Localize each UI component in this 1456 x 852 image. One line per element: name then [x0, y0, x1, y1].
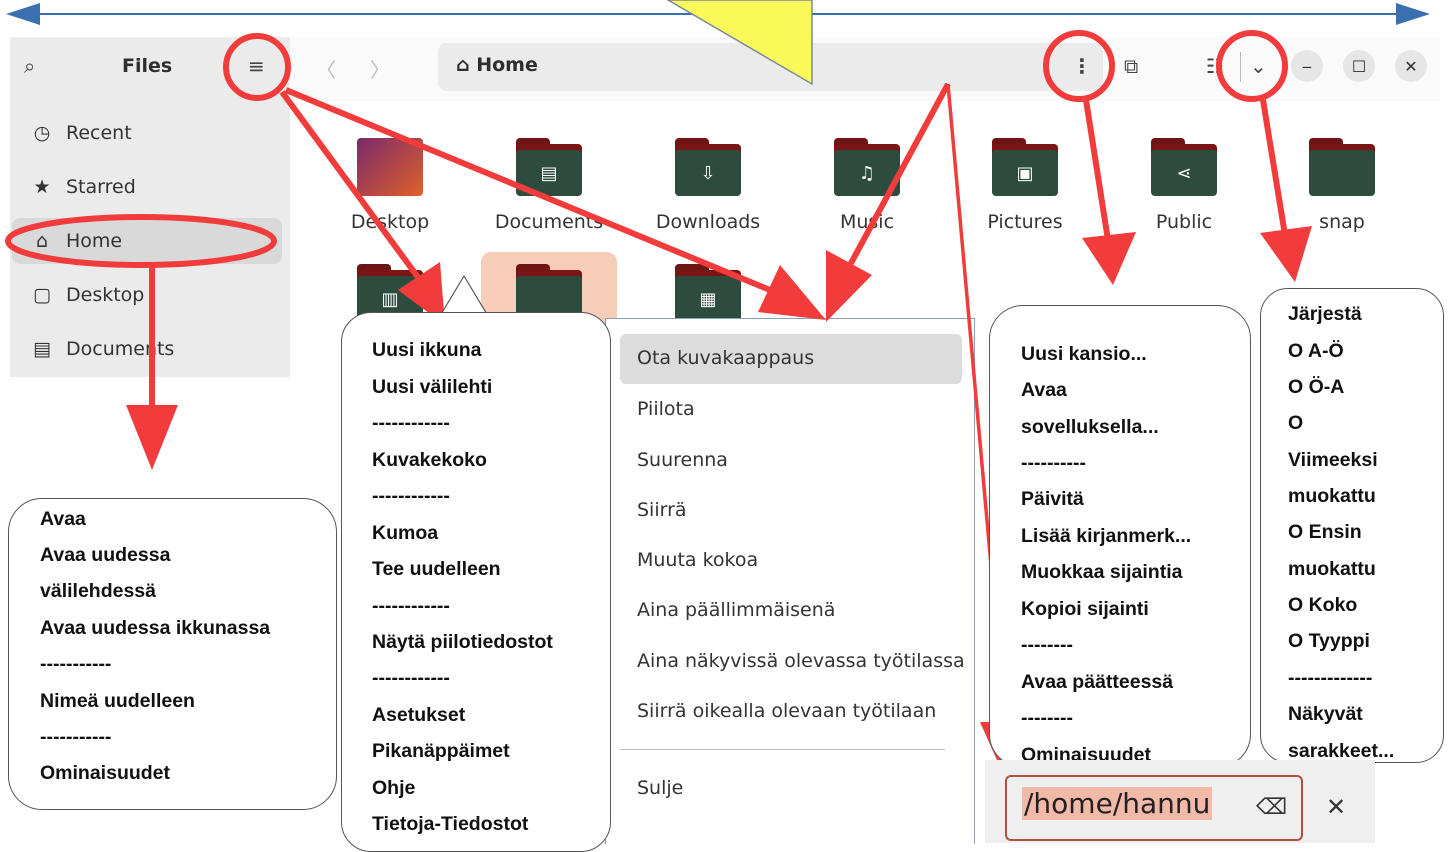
- menu-line[interactable]: Uusi ikkuna: [372, 339, 481, 362]
- menu-line[interactable]: O Ö-A: [1288, 376, 1344, 399]
- menu-line[interactable]: Avaa uudessa ikkunassa: [40, 617, 270, 640]
- menu-line[interactable]: Kopioi sijainti: [1021, 598, 1149, 621]
- menu-line[interactable]: välilehdessä: [40, 580, 156, 603]
- arrow-hamburger-context: [284, 87, 772, 293]
- arrow-chevron-menu: [1260, 99, 1288, 236]
- menu-separator-text: -------------: [1288, 667, 1373, 689]
- highlight-circle-more: [1043, 30, 1115, 102]
- menu-separator-text: ------------: [372, 485, 450, 507]
- arrow-more-menu: [1083, 99, 1111, 241]
- menu-line[interactable]: sovelluksella...: [1021, 416, 1159, 439]
- menu-line: Järjestä: [1288, 303, 1362, 325]
- menu-line[interactable]: Avaa päätteessä: [1021, 671, 1173, 694]
- menu-pointer: [438, 274, 490, 317]
- menu-separator-text: --------: [1021, 634, 1073, 656]
- menu-line[interactable]: Avaa: [40, 508, 86, 531]
- menu-line[interactable]: Uusi välilehti: [372, 376, 492, 399]
- arrow-hamburger-menu: [279, 90, 423, 282]
- highlight-circle-hamburger: [223, 33, 291, 101]
- menu-line[interactable]: Muokkaa sijaintia: [1021, 561, 1182, 584]
- menu-line[interactable]: Uusi kansio...: [1021, 343, 1147, 366]
- yellow-triangle: [666, 0, 813, 86]
- arrow-head-right: [1396, 3, 1430, 25]
- menu-line[interactable]: O Tyyppi: [1288, 630, 1370, 653]
- menu-line[interactable]: Pikanäppäimet: [372, 740, 510, 763]
- menu-separator-text: ------------: [372, 667, 450, 689]
- menu-line[interactable]: O: [1288, 412, 1303, 435]
- menu-line[interactable]: Ominaisuudet: [40, 762, 170, 785]
- menu-line[interactable]: O Ensin: [1288, 521, 1362, 544]
- menu-line[interactable]: O Koko: [1288, 594, 1357, 617]
- menu-line[interactable]: O A-Ö: [1288, 340, 1344, 363]
- menu-line[interactable]: Päivitä: [1021, 488, 1084, 511]
- menu-line[interactable]: Näytä piilotiedostot: [372, 631, 553, 654]
- menu-line[interactable]: Ohje: [372, 777, 415, 800]
- menu-line[interactable]: Asetukset: [372, 704, 465, 727]
- location-entry-text[interactable]: /home/hannu: [1022, 787, 1213, 820]
- menu-separator-text: ------------: [372, 412, 450, 434]
- clear-text-icon[interactable]: ⌫: [1256, 795, 1287, 820]
- menu-line[interactable]: Viimeeksi: [1288, 449, 1378, 472]
- arrow-head-left: [6, 3, 40, 25]
- menu-line[interactable]: Kumoa: [372, 522, 438, 545]
- menu-line[interactable]: Näkyvät: [1288, 703, 1363, 726]
- highlight-circle-chevron: [1216, 30, 1288, 102]
- arrow-more-context: [847, 82, 951, 267]
- menu-separator-text: --------: [1021, 707, 1073, 729]
- menu-line[interactable]: Lisää kirjanmerk...: [1021, 525, 1191, 548]
- menu-separator-text: ------------: [372, 595, 450, 617]
- menu-line[interactable]: Nimeä uudelleen: [40, 690, 195, 713]
- menu-line[interactable]: muokattu: [1288, 558, 1376, 581]
- menu-line[interactable]: muokattu: [1288, 485, 1376, 508]
- menu-line[interactable]: Avaa uudessa: [40, 544, 170, 567]
- menu-line[interactable]: Avaa: [1021, 379, 1067, 402]
- menu-line[interactable]: Tietoja-Tiedostot: [372, 813, 528, 836]
- menu-separator-text: -----------: [40, 726, 112, 748]
- highlight-ellipse-home: [5, 214, 277, 268]
- menu-separator-text: -----------: [40, 653, 112, 675]
- menu-separator-text: ----------: [1021, 452, 1086, 474]
- menu-line[interactable]: Kuvakekoko: [372, 449, 487, 472]
- close-icon[interactable]: ✕: [1326, 793, 1346, 821]
- menu-line[interactable]: Tee uudelleen: [372, 558, 501, 581]
